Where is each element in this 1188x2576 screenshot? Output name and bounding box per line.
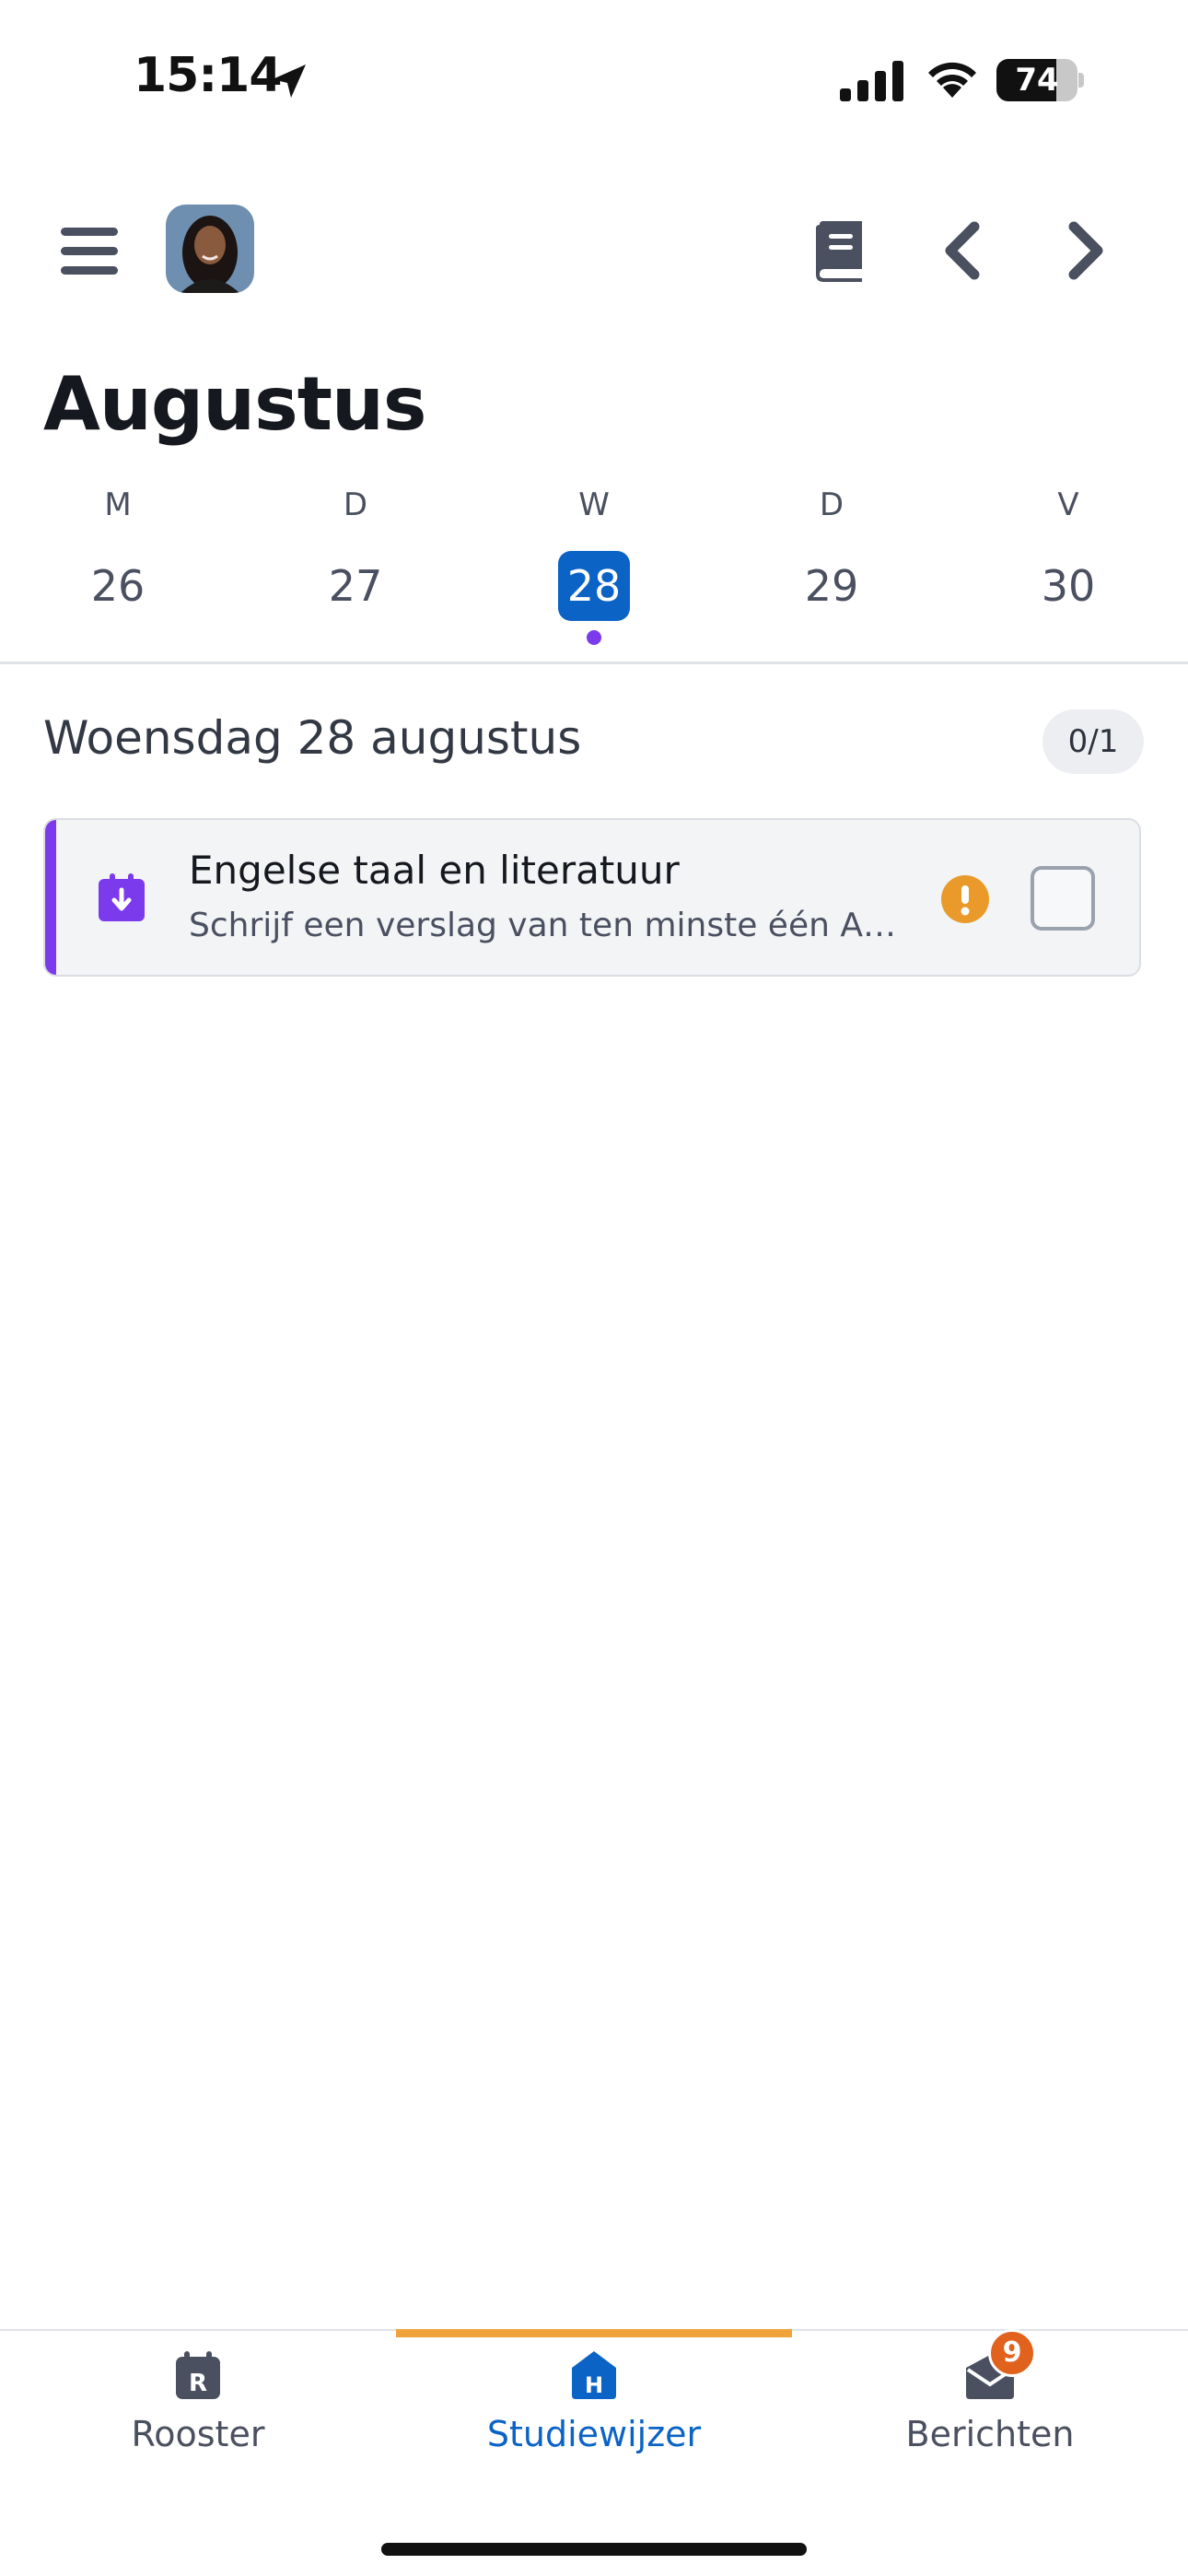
book-icon: [816, 221, 862, 282]
tab-berichten[interactable]: 9 Berichten: [792, 2329, 1188, 2454]
tab-label: Berichten: [905, 2414, 1075, 2454]
task-accent-bar: [45, 820, 56, 975]
tab-label: Rooster: [131, 2414, 265, 2454]
wifi-icon: [928, 62, 976, 98]
warning-icon: [941, 875, 989, 923]
day-thursday[interactable]: D 29: [776, 486, 887, 621]
task-description: Schrijf een verslag van ten minste één A…: [189, 907, 907, 944]
tab-label: Studiewijzer: [486, 2414, 702, 2454]
day-number: 30: [1041, 561, 1096, 611]
day-letter: M: [104, 486, 132, 523]
day-friday[interactable]: V 30: [1013, 486, 1124, 621]
next-week-button[interactable]: [1050, 217, 1116, 284]
day-heading: Woensdag 28 augustus: [43, 711, 582, 765]
day-number-selected: 28: [558, 551, 630, 621]
cellular-signal-icon: [840, 61, 903, 101]
avatar[interactable]: [166, 205, 254, 293]
book-button[interactable]: [807, 217, 873, 284]
day-letter: D: [343, 486, 368, 523]
chevron-right-icon: [1068, 221, 1103, 280]
day-number: 26: [90, 561, 146, 611]
battery-icon: 74: [996, 59, 1085, 101]
calendar-download-icon: [99, 873, 145, 921]
day-letter: D: [819, 486, 844, 523]
tab-studiewijzer[interactable]: H Studiewijzer: [396, 2349, 792, 2454]
svg-text:R: R: [189, 2370, 207, 2397]
tab-rooster[interactable]: R Rooster: [0, 2349, 396, 2454]
active-tab-indicator: [396, 2329, 792, 2337]
task-checkbox[interactable]: [1031, 866, 1095, 931]
battery-level: 74: [1015, 62, 1059, 99]
status-time: 15:14: [134, 48, 283, 103]
rooster-icon: R: [176, 2351, 220, 2399]
day-letter: W: [578, 486, 610, 523]
menu-button[interactable]: [57, 219, 122, 284]
svg-text:H: H: [585, 2372, 603, 2398]
divider: [0, 662, 1188, 664]
month-title: Augustus: [43, 361, 427, 447]
previous-week-button[interactable]: [932, 217, 998, 284]
day-number: 29: [804, 561, 859, 611]
task-card[interactable]: Engelse taal en literatuur Schrijf een v…: [43, 818, 1141, 977]
studiewijzer-icon: H: [572, 2351, 616, 2399]
day-number: 27: [328, 561, 383, 611]
location-arrow-icon: [273, 64, 306, 98]
completion-count-badge: 0/1: [1042, 709, 1144, 774]
hamburger-menu-icon: [61, 228, 118, 275]
avatar-photo: [166, 205, 254, 293]
day-wednesday[interactable]: W 28: [539, 486, 649, 645]
home-indicator: [381, 2543, 807, 2556]
has-items-dot: [587, 630, 601, 645]
day-monday[interactable]: M 26: [63, 486, 173, 621]
day-tuesday[interactable]: D 27: [300, 486, 411, 621]
day-letter: V: [1057, 486, 1079, 523]
unread-count-badge: 9: [988, 2329, 1036, 2377]
task-title: Engelse taal en literatuur: [189, 848, 680, 893]
chevron-left-icon: [945, 221, 980, 280]
